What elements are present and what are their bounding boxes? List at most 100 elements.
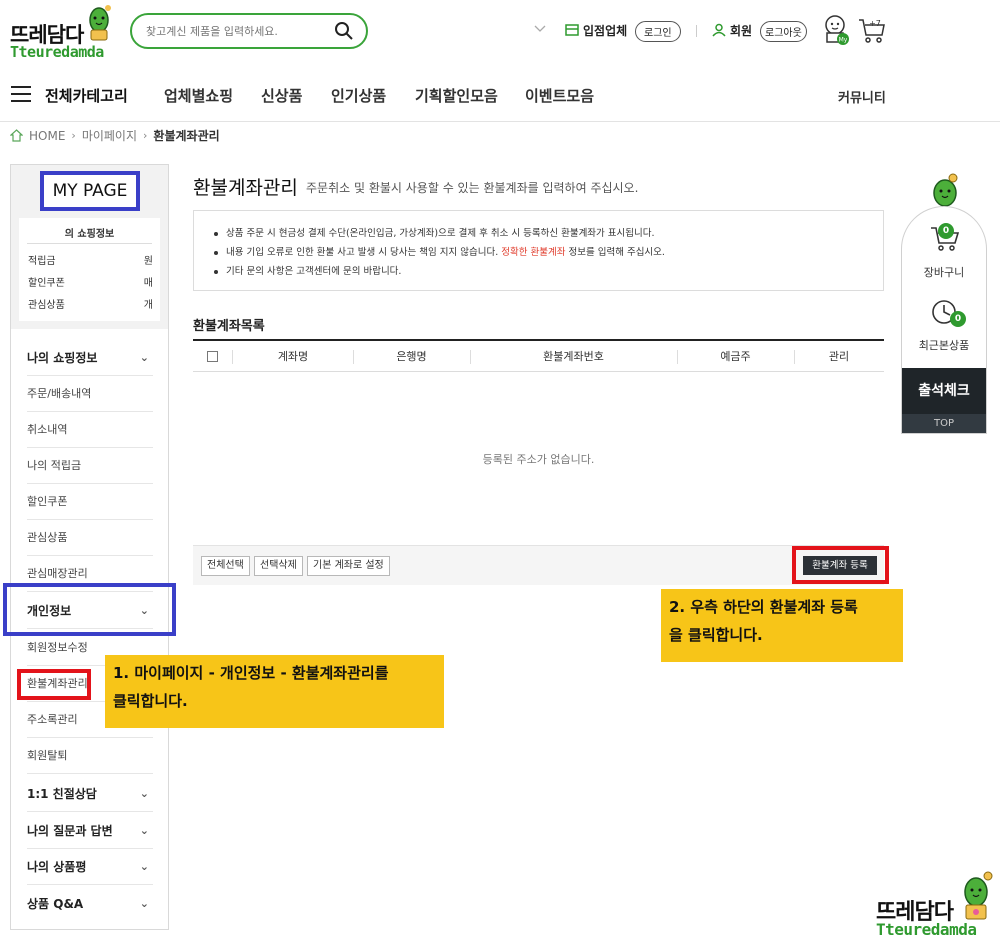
notice-highlight: 정확한 환불계좌 [501, 247, 566, 258]
sidebar-item-wishlist[interactable]: 관심상품 [27, 520, 153, 556]
mypage-sidebar: MY PAGE 의 쇼핑정보 적립금 원 할인쿠폰 매 관심상품 개 나의 쇼핑… [10, 164, 169, 930]
cart-count-badge: 0 [938, 223, 954, 239]
menu-label: 나의 질문과 답변 [27, 824, 113, 838]
highlight-personal-info [3, 583, 176, 636]
breadcrumb-current: 환불계좌관리 [153, 129, 220, 143]
page-subtitle: 주문취소 및 환불시 사용할 수 있는 환불계좌를 입력하여 주십시오. [306, 181, 639, 195]
shop-row-value: 매 [143, 278, 153, 289]
search-bar[interactable] [130, 13, 368, 49]
brand-logo-watermark: 뜨레담다 Tteuredamda [872, 870, 998, 942]
chevron-down-icon: ⌄ [139, 824, 149, 837]
notice-item: 상품 주문 시 현금성 결제 수단(온라인입금, 가상계좌)으로 결제 후 취소… [214, 224, 665, 243]
sidebar-item-cancellations[interactable]: 취소내역 [27, 412, 153, 448]
recent-count-badge: 0 [950, 311, 966, 327]
breadcrumb-home[interactable]: HOME [29, 129, 65, 143]
page-title: 환불계좌관리 [193, 177, 298, 199]
home-icon[interactable] [10, 129, 23, 142]
sidebar-section-inquiry[interactable]: 1:1 친절상담 ⌄ [27, 776, 153, 812]
brand-name-en: Tteuredamda [10, 43, 104, 61]
vendor-link[interactable]: 입점업체 [583, 22, 627, 39]
shop-row-label: 적립금 [28, 256, 56, 267]
sidebar-item-coupons[interactable]: 할인쿠폰 [27, 484, 153, 520]
my-page-icon: My [825, 15, 849, 45]
floating-cart-label: 장바구니 [923, 266, 965, 279]
chevron-down-icon: ⌄ [139, 787, 149, 800]
menu-label: 할인쿠폰 [27, 495, 68, 508]
breadcrumb: HOME › 마이페이지 › 환불계좌관리 [10, 127, 220, 144]
column-header: 계좌명 [277, 350, 309, 363]
search-icon[interactable] [334, 21, 354, 41]
shop-row-points[interactable]: 적립금 원 [28, 252, 153, 267]
scroll-top-button[interactable]: TOP [902, 414, 986, 433]
sidebar-item-points[interactable]: 나의 적립금 [27, 448, 153, 484]
empty-list-message: 등록된 주소가 없습니다. [482, 453, 595, 466]
nav-item-community[interactable]: 커뮤니티 [838, 87, 886, 106]
nav-item-discount[interactable]: 기획할인모음 [415, 85, 498, 106]
sidebar-header: MY PAGE 의 쇼핑정보 적립금 원 할인쿠폰 매 관심상품 개 [11, 165, 168, 329]
chevron-down-icon: ⌄ [139, 351, 149, 364]
callout-text: 을 클릭합니다. [669, 626, 763, 644]
sidebar-section-reviews[interactable]: 나의 상품평 ⌄ [27, 849, 153, 885]
nav-item-vendor-shopping[interactable]: 업체별쇼핑 [164, 85, 233, 106]
delete-selected-button[interactable]: 선택삭제 [254, 556, 303, 576]
nav-item-popular[interactable]: 인기상품 [331, 85, 386, 106]
my-page-button[interactable]: My [822, 13, 852, 50]
select-all-button[interactable]: 전체선택 [201, 556, 250, 576]
logout-button[interactable]: 로그아웃 [760, 21, 807, 42]
callout-text: 1. 마이페이지 - 개인정보 - 환불계좌관리를 [113, 664, 389, 682]
shop-row-label: 할인쿠폰 [28, 278, 65, 289]
user-icon [712, 23, 726, 37]
breadcrumb-separator-icon: › [71, 129, 76, 142]
nav-item-events[interactable]: 이벤트모음 [525, 85, 594, 106]
sidebar-section-shopping-info[interactable]: 나의 쇼핑정보 ⌄ [27, 340, 153, 376]
sidebar-item-withdraw[interactable]: 회원탈퇴 [27, 738, 153, 774]
floating-recent-label: 최근본상품 [918, 339, 970, 352]
login-button[interactable]: 로그인 [635, 21, 681, 42]
chevron-down-icon[interactable] [534, 24, 546, 34]
member-label: 회원 [730, 24, 753, 38]
column-header: 은행명 [396, 350, 427, 363]
callout-step-1: 1. 마이페이지 - 개인정보 - 환불계좌관리를 클릭합니다. [105, 655, 444, 728]
notice-item: 내용 기입 오류로 인한 환불 사고 발생 시 당사는 책임 지지 않습니다. … [214, 243, 665, 262]
store-icon [565, 24, 579, 36]
menu-icon[interactable] [11, 86, 31, 102]
highlight-refund-account [17, 669, 91, 700]
floating-quick-panel: 0 장바구니 0 최근본상품 출석체크 TOP [901, 206, 987, 434]
refund-account-list-title: 환불계좌목록 [193, 319, 265, 334]
cart-button[interactable]: +7 [858, 17, 886, 48]
callout-text: 2. 우측 하단의 환불계좌 등록 [669, 598, 858, 616]
shop-row-coupons[interactable]: 할인쿠폰 매 [28, 274, 153, 289]
mypage-title: MY PAGE [40, 171, 140, 211]
cactus-mascot-icon [933, 173, 958, 207]
sidebar-section-product-qna[interactable]: 상품 Q&A ⌄ [27, 886, 153, 922]
attendance-check-button[interactable]: 출석체크 [902, 368, 986, 414]
callout-step-2: 2. 우측 하단의 환불계좌 등록 을 클릭합니다. [661, 589, 903, 662]
menu-label: 주문/배송내역 [27, 387, 92, 400]
column-header: 환불계좌번호 [543, 350, 604, 363]
menu-label: 1:1 친절상담 [27, 787, 97, 801]
column-header: 예금주 [720, 350, 751, 363]
table-action-bar: 전체선택 선택삭제 기본 계좌로 설정 [193, 545, 884, 585]
search-input[interactable] [146, 22, 326, 40]
select-all-checkbox[interactable] [207, 351, 218, 362]
header-divider [696, 25, 697, 37]
menu-label: 나의 상품평 [27, 860, 87, 874]
callout-text: 클릭합니다. [113, 692, 188, 710]
menu-label: 취소내역 [27, 423, 68, 436]
shop-row-wishlist[interactable]: 관심상품 개 [28, 296, 153, 311]
menu-label: 관심상품 [27, 531, 68, 544]
breadcrumb-mypage[interactable]: 마이페이지 [82, 127, 137, 144]
set-default-account-button[interactable]: 기본 계좌로 설정 [307, 556, 390, 576]
menu-label: 주소록관리 [27, 713, 78, 726]
shop-row-value: 개 [143, 300, 153, 311]
sidebar-section-qna[interactable]: 나의 질문과 답변 ⌄ [27, 813, 153, 849]
register-refund-account-button[interactable]: 환불계좌 등록 [803, 556, 877, 575]
shop-row-label: 관심상품 [28, 300, 65, 311]
nav-item-new[interactable]: 신상품 [261, 85, 302, 106]
sidebar-item-orders[interactable]: 주문/배송내역 [27, 376, 153, 412]
brand-logo[interactable]: 뜨레담다 Tteuredamda [8, 2, 116, 64]
nav-all-categories[interactable]: 전체카테고리 [45, 85, 128, 106]
svg-text:My: My [839, 37, 848, 44]
notice-box: 상품 주문 시 현금성 결제 수단(온라인입금, 가상계좌)으로 결제 후 취소… [193, 210, 884, 291]
menu-label: 나의 적립금 [27, 459, 82, 472]
